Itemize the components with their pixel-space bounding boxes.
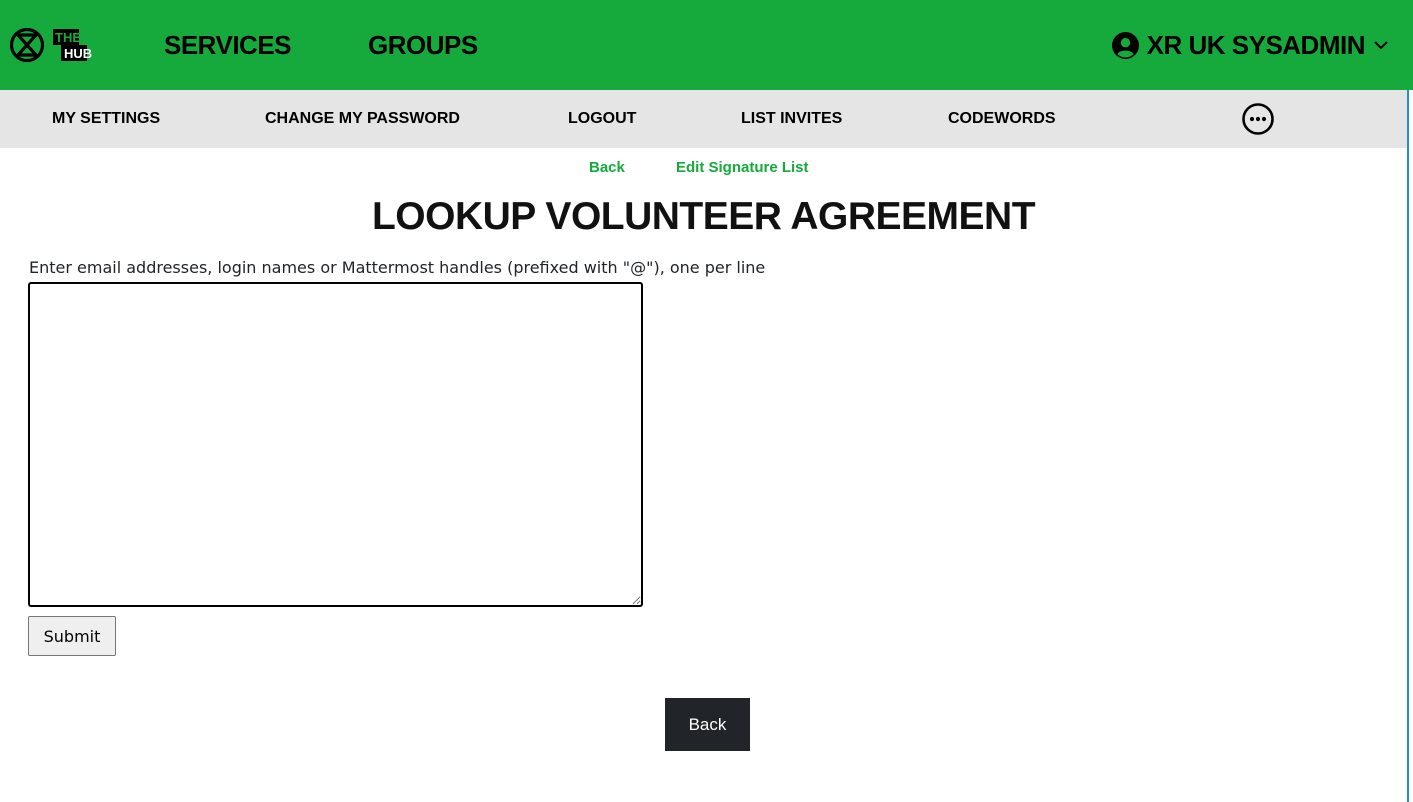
user-menu[interactable]: XR UK SYSADMIN (1111, 27, 1389, 63)
ellipsis-circle-icon[interactable] (1241, 102, 1275, 136)
top-navbar: THE HUB SERVICES GROUPS XR UK SYSADMIN (0, 0, 1413, 90)
submit-button[interactable]: Submit (28, 616, 116, 656)
logo-text-top: THE (55, 30, 81, 45)
subnav-change-password[interactable]: CHANGE MY PASSWORD (265, 90, 460, 148)
subnav-codewords[interactable]: CODEWORDS (948, 90, 1056, 148)
subnav-list-invites[interactable]: LIST INVITES (741, 90, 842, 148)
handles-instructions-label: Enter email addresses, login names or Ma… (29, 258, 766, 277)
viewport-edge-line (1407, 90, 1409, 802)
subnav-my-settings[interactable]: MY SETTINGS (52, 90, 160, 148)
page: THE HUB SERVICES GROUPS XR UK SYSADMIN M… (0, 0, 1413, 802)
handles-textarea[interactable] (28, 282, 643, 607)
chevron-down-icon (1374, 41, 1388, 50)
sub-navbar: MY SETTINGS CHANGE MY PASSWORD LOGOUT LI… (0, 90, 1407, 148)
nav-groups[interactable]: GROUPS (368, 27, 478, 63)
logo-text-bottom: HUB (64, 46, 92, 61)
back-link[interactable]: Back (589, 158, 625, 178)
page-title: LOOKUP VOLUNTEER AGREEMENT (371, 195, 1036, 238)
edit-signature-list-link[interactable]: Edit Signature List (676, 158, 809, 178)
user-circle-icon (1111, 31, 1139, 59)
user-menu-label: XR UK SYSADMIN (1146, 29, 1366, 60)
nav-services[interactable]: SERVICES (164, 27, 292, 63)
subnav-logout[interactable]: LOGOUT (568, 90, 636, 148)
back-button[interactable]: Back (665, 698, 750, 751)
the-hub-logo-icon[interactable]: THE HUB (9, 27, 119, 63)
